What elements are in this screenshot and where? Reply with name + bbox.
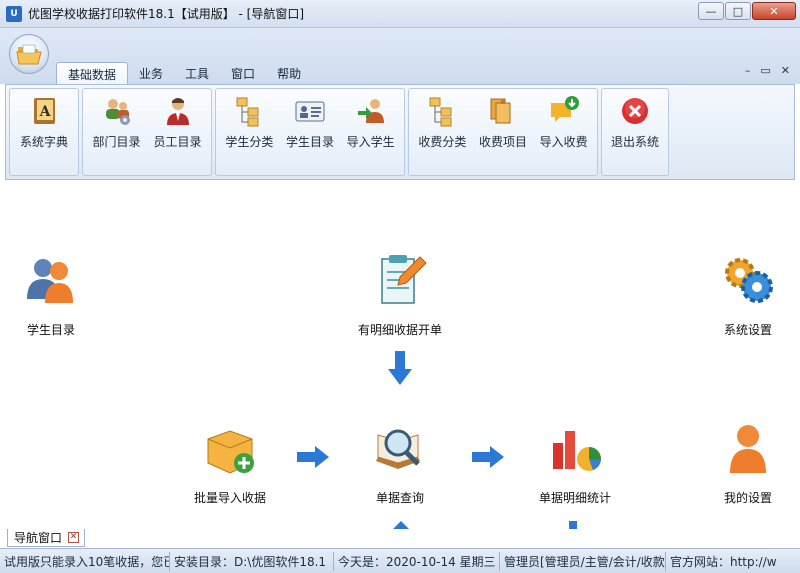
nav-detailed-receipt-label: 有明细收据开单 <box>357 323 442 337</box>
partial-arrow-icon <box>569 521 577 529</box>
fee-category-label: 收费分类 <box>418 135 467 149</box>
window-controls: — □ ✕ <box>698 2 796 20</box>
fee-category-button[interactable]: 收费分类 <box>412 89 473 175</box>
nav-receipt-stats-label: 单据明细统计 <box>538 491 611 505</box>
app-logo-icon: U <box>6 5 22 22</box>
navigation-canvas: 学生目录 有明细收据开单 系统设置 批量导入收据 单据查询 单据明细统计 我的设… <box>5 181 795 529</box>
nav-student-list-label: 学生目录 <box>26 323 75 337</box>
application-menu-button[interactable] <box>9 34 49 74</box>
system-dictionary-label: 系统字典 <box>19 135 68 149</box>
group-exit: 退出系统 <box>601 88 669 176</box>
mdi-close-button[interactable]: ✕ <box>781 64 790 77</box>
right-arrow-icon <box>297 446 329 468</box>
status-trial-notice: 试用版只能录入10笔收据，您已 <box>0 551 170 571</box>
group-dictionary: A 系统字典 <box>9 88 79 176</box>
ribbon-panel: A 系统字典 部门目录 员工目录 学生分类 学生目录 导入学生 收费分类 收费项… <box>5 84 795 180</box>
group-fees: 收费分类 收费项目 导入收费 <box>408 88 598 176</box>
user-icon <box>730 425 766 473</box>
receipt-form-icon <box>381 255 427 304</box>
group-students: 学生分类 学生目录 导入学生 <box>215 88 405 176</box>
magnifier-book-icon <box>376 429 420 469</box>
gears-icon <box>725 258 773 303</box>
group-staff: 部门目录 员工目录 <box>82 88 212 176</box>
import-students-button[interactable]: 导入学生 <box>340 89 401 175</box>
nav-system-settings[interactable]: 系统设置 <box>688 253 795 338</box>
doc-tab-close-icon[interactable]: ✕ <box>68 532 80 543</box>
right-arrow-icon <box>472 446 504 468</box>
svg-text:A: A <box>39 104 52 120</box>
import-fees-label: 导入收费 <box>539 135 588 149</box>
nav-receipt-query-label: 单据查询 <box>375 491 424 505</box>
status-website[interactable]: 官方网站：http://w <box>666 552 800 571</box>
nav-receipt-stats[interactable]: 单据明细统计 <box>515 421 635 506</box>
down-arrow-icon <box>388 351 412 385</box>
student-category-label: 学生分类 <box>225 135 274 149</box>
box-add-icon <box>207 430 254 474</box>
maximize-button[interactable]: □ <box>725 2 751 20</box>
import-user-icon <box>357 99 384 123</box>
nav-system-settings-label: 系统设置 <box>723 323 772 337</box>
nav-my-settings[interactable]: 我的设置 <box>688 421 795 506</box>
nav-student-list[interactable]: 学生目录 <box>5 253 111 338</box>
status-today: 今天是：2020-10-14 星期三 庚 <box>334 551 500 571</box>
doc-tab-label: 导航窗口 <box>14 531 63 545</box>
dictionary-book-icon: A <box>34 98 55 124</box>
student-list-label: 学生目录 <box>286 135 335 149</box>
student-category-button[interactable]: 学生分类 <box>219 89 280 175</box>
fee-tree-icon <box>429 97 452 127</box>
department-list-button[interactable]: 部门目录 <box>86 89 147 175</box>
import-fees-icon <box>550 96 579 122</box>
system-dictionary-button[interactable]: A 系统字典 <box>13 89 75 175</box>
id-card-icon <box>295 101 325 122</box>
minimize-button[interactable]: — <box>698 2 724 20</box>
mdi-minimize-button[interactable]: – <box>745 64 751 77</box>
department-users-icon <box>105 99 130 125</box>
fee-items-label: 收费项目 <box>479 135 528 149</box>
partial-arrow-icon <box>393 521 409 529</box>
student-list-button[interactable]: 学生目录 <box>280 89 341 175</box>
import-students-label: 导入学生 <box>346 135 395 149</box>
folder-open-icon <box>16 44 42 65</box>
exit-icon <box>622 98 648 124</box>
department-list-label: 部门目录 <box>92 135 141 149</box>
ribbon-header: 基础数据 业务 工具 窗口 帮助 – ▭ ✕ <box>0 28 800 87</box>
nav-batch-import[interactable]: 批量导入收据 <box>170 421 290 506</box>
status-bar: 试用版只能录入10笔收据，您已 安装目录：D:\优图软件18.1 今天是：202… <box>0 548 800 573</box>
nav-batch-import-label: 批量导入收据 <box>193 491 266 505</box>
mdi-controls: – ▭ ✕ <box>745 64 790 77</box>
nav-receipt-query[interactable]: 单据查询 <box>340 421 460 506</box>
category-tree-icon <box>236 97 259 127</box>
students-icon <box>27 259 73 303</box>
window-title: 优图学校收据打印软件18.1【试用版】 - [导航窗口] <box>28 7 305 21</box>
employee-list-label: 员工目录 <box>153 135 202 149</box>
import-fees-button[interactable]: 导入收费 <box>533 89 594 175</box>
employee-list-button[interactable]: 员工目录 <box>147 89 208 175</box>
status-install-dir: 安装目录：D:\优图软件18.1 <box>170 551 334 571</box>
employee-icon <box>166 98 189 125</box>
title-bar: U 优图学校收据打印软件18.1【试用版】 - [导航窗口] — □ ✕ <box>0 0 800 28</box>
doc-tab-navigation[interactable]: 导航窗口 ✕ <box>7 529 85 547</box>
status-user: 管理员[管理员/主管/会计/收款 <box>500 551 666 571</box>
nav-my-settings-label: 我的设置 <box>723 491 772 505</box>
fee-items-icon <box>490 98 511 124</box>
mdi-restore-button[interactable]: ▭ <box>760 64 770 77</box>
close-button[interactable]: ✕ <box>752 2 796 20</box>
bar-pie-chart-icon <box>553 431 601 471</box>
exit-system-label: 退出系统 <box>610 135 659 149</box>
fee-items-button[interactable]: 收费项目 <box>473 89 534 175</box>
nav-detailed-receipt[interactable]: 有明细收据开单 <box>340 253 460 338</box>
exit-system-button[interactable]: 退出系统 <box>605 89 665 175</box>
